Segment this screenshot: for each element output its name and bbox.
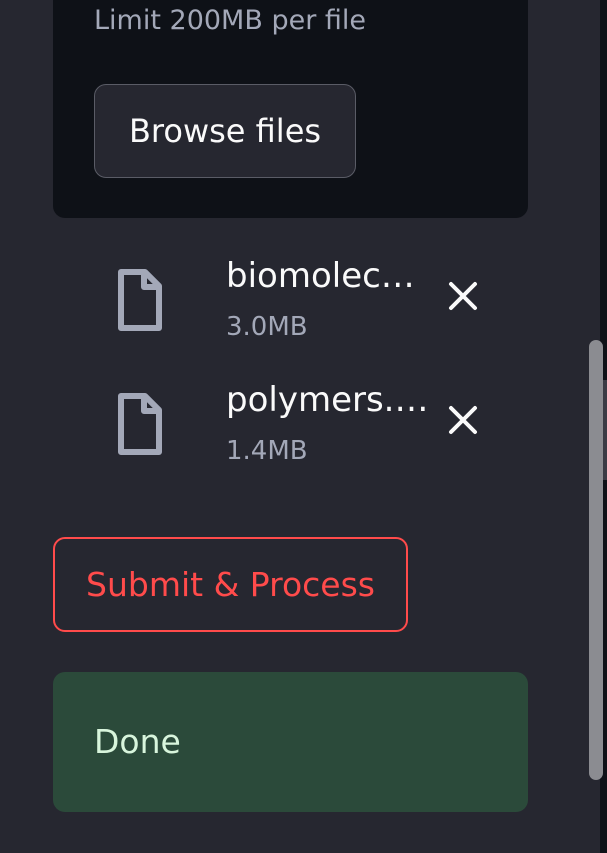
upload-limit-text: Limit 200MB per file [94,5,367,36]
page: Limit 200MB per file Browse files biomol… [0,0,607,853]
uploaded-file-item: polymers.… 1.4MB [53,378,493,478]
close-icon[interactable] [443,276,483,316]
close-icon[interactable] [443,400,483,440]
file-size: 1.4MB [226,436,308,466]
file-icon [118,269,162,331]
scrollbar-thumb[interactable] [589,340,603,780]
uploaded-file-item: biomolec… 3.0MB [53,254,493,354]
file-name: polymers.… [226,380,429,420]
success-alert: Done [53,672,528,812]
file-dropzone[interactable]: Limit 200MB per file Browse files [53,0,528,218]
submit-process-button[interactable]: Submit & Process [53,537,408,632]
file-icon [118,393,162,455]
file-name: biomolec… [226,256,415,296]
file-size: 3.0MB [226,312,308,342]
done-message: Done [94,722,181,761]
browse-files-button[interactable]: Browse files [94,84,356,178]
